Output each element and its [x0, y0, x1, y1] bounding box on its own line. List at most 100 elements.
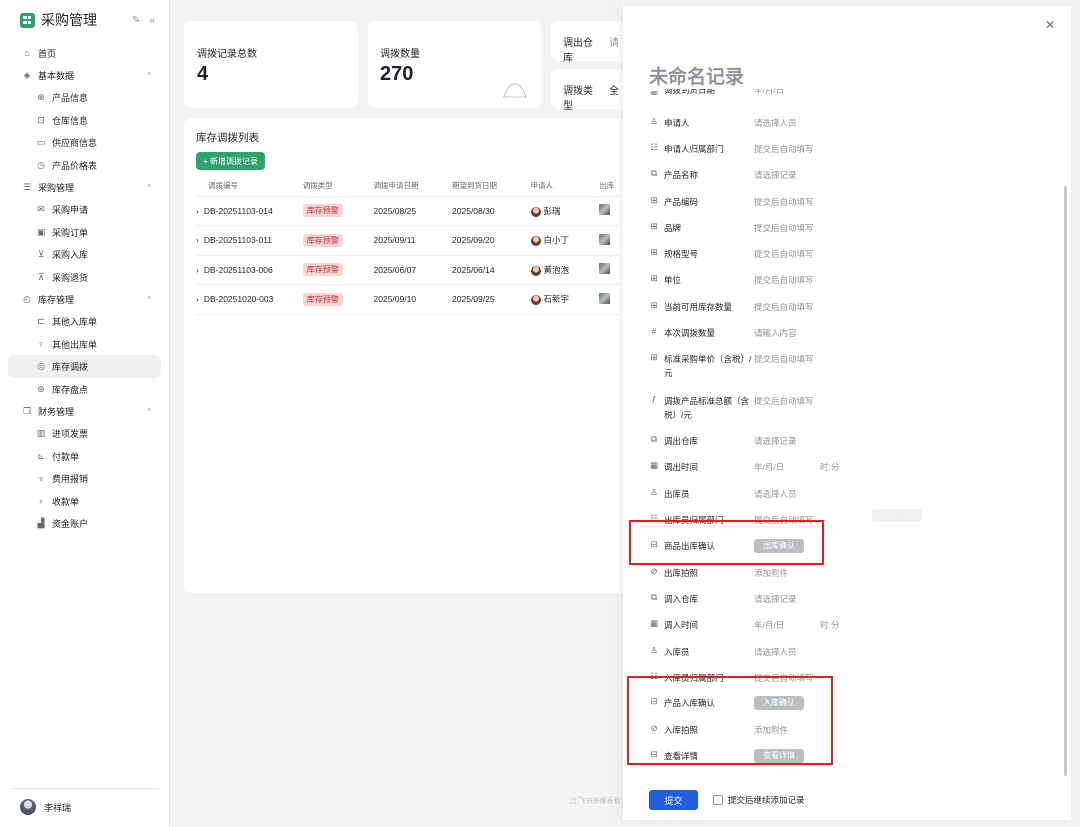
sidebar-item-label: 库存盘点	[52, 384, 89, 395]
sidebar-item-18[interactable]: ⊾ 付款单	[8, 445, 161, 467]
expand-chevron-icon[interactable]: ›	[196, 294, 199, 304]
sidebar-item-3[interactable]: ⊡ 仓库信息	[8, 109, 161, 131]
field-arrival-date-cut: ▦ 调拨到货日期 年/月/日	[649, 89, 784, 95]
field-input[interactable]: 年/月/日	[754, 618, 820, 632]
sidebar-item-7[interactable]: ✉ 采购申请	[8, 199, 161, 221]
table-row[interactable]: › DB-20251103-011 库存预警 2025/09/11 2025/09/20…	[196, 225, 619, 256]
lookup-icon: ⊞	[650, 300, 658, 310]
field-time-input[interactable]: 时:分	[820, 618, 839, 632]
column-header[interactable]: 申请人	[530, 176, 600, 197]
field-time-input[interactable]: 时:分	[820, 460, 839, 474]
column-header[interactable]: 调拨申请日期	[373, 176, 453, 197]
status-badge: 库存预警	[302, 233, 343, 247]
column-header[interactable]: 出库	[599, 176, 619, 197]
add-transfer-button[interactable]: + 新增调拨记录	[196, 152, 265, 170]
field-input[interactable]: 提交后自动填写	[754, 352, 820, 366]
sidebar-item-20[interactable]: ♁ 收款单	[8, 490, 161, 512]
sidebar: 采购管理 ✎ « ⌂ 首页 ◈ 基本数据 ^ ⊕ 产品信息 ⊡ 仓库信息 ▭ 供应商信息 ◷ 产品价格表…	[0, 0, 170, 827]
chevron-up-icon[interactable]: ^	[147, 71, 151, 80]
filter-transfer-type[interactable]: 调拨类型 全	[551, 69, 631, 112]
submit-button[interactable]: 提交	[649, 790, 698, 810]
field-label: 本次调拨数量	[664, 328, 716, 338]
close-icon[interactable]: ✕	[1045, 18, 1055, 32]
field-input[interactable]: 提交后自动填写	[754, 300, 820, 314]
field-input[interactable]: 提交后自动填写	[754, 221, 820, 235]
photo-thumbnail[interactable]	[599, 292, 611, 304]
field-input[interactable]: 请选择记录	[754, 434, 820, 448]
drawer-scrollbar[interactable]	[1064, 186, 1067, 776]
sidebar-nav: ⌂ 首页 ◈ 基本数据 ^ ⊕ 产品信息 ⊡ 仓库信息 ▭ 供应商信息 ◷ 产品价格表 ☰ 采购管理 ^ ✉ 采购…	[0, 40, 169, 537]
sidebar-item-2[interactable]: ⊕ 产品信息	[8, 87, 161, 109]
column-header[interactable]: 调拨编号	[196, 176, 303, 197]
field-label: 当前可用库存数量	[664, 302, 733, 312]
table-header: 调拨编号 调拨类型 调拨申请日期 期望到货日期 申请人 出库	[196, 176, 619, 197]
field-input[interactable]: 请选择人员	[754, 645, 820, 659]
sidebar-item-8[interactable]: ▣ 采购订单	[8, 221, 161, 243]
continue-add-checkbox[interactable]	[713, 795, 723, 805]
chevron-up-icon[interactable]: ^	[147, 407, 151, 416]
sidebar-item-5[interactable]: ◷ 产品价格表	[8, 154, 161, 176]
field-input[interactable]: 请选择记录	[754, 168, 820, 182]
user-name: 李祥瑞	[44, 802, 72, 813]
field-input[interactable]: 提交后自动填写	[754, 394, 820, 408]
applicant-avatar	[530, 295, 541, 305]
form-field: ⊞ 规格型号 提交后自动填写	[649, 247, 820, 261]
expand-chevron-icon[interactable]: ›	[196, 265, 199, 275]
form-field: ♙ 申请人 请选择人员	[649, 116, 820, 130]
sidebar-item-11[interactable]: ◴ 库存管理 ^	[8, 288, 161, 310]
table-row[interactable]: › DB-20251103-014 库存预警 2025/08/25 2025/08/30…	[196, 196, 619, 226]
field-input[interactable]: 添加附件	[754, 566, 820, 580]
field-input[interactable]: 请选择人员	[754, 487, 820, 501]
filter-out-warehouse[interactable]: 调出仓库 请	[551, 21, 631, 64]
sidebar-item-4[interactable]: ▭ 供应商信息	[8, 132, 161, 154]
table-row[interactable]: › DB-20251020-003 库存预警 2025/09/10 2025/09/25…	[196, 284, 619, 315]
collapse-sidebar-icon[interactable]: «	[149, 15, 155, 26]
column-header[interactable]: 调拨类型	[302, 176, 374, 197]
expand-chevron-icon[interactable]: ›	[196, 206, 199, 216]
sidebar-item-10[interactable]: ⊼ 采购退货	[8, 266, 161, 288]
field-label: 调入仓库	[664, 594, 699, 604]
sidebar-item-9[interactable]: ⊻ 采购入库	[8, 244, 161, 266]
field-input[interactable]: 请输入内容	[754, 326, 820, 340]
table-row[interactable]: › DB-20251103-006 库存预警 2025/06/07 2025/06/14…	[196, 255, 619, 285]
user-footer[interactable]: 李祥瑞	[10, 788, 159, 815]
sidebar-item-0[interactable]: ⌂ 首页	[8, 42, 161, 64]
photo-thumbnail[interactable]	[599, 204, 611, 216]
sidebar-item-13[interactable]: ♀ 其他出库单	[8, 333, 161, 355]
edit-icon[interactable]: ✎	[132, 15, 140, 26]
transfer-id: DB-20251020-003	[203, 294, 274, 305]
expand-chevron-icon[interactable]: ›	[196, 235, 199, 245]
field-input[interactable]: 提交后自动填写	[754, 273, 820, 287]
photo-thumbnail[interactable]	[599, 233, 611, 245]
sidebar-item-21[interactable]: ▟ 资金账户	[8, 512, 161, 534]
sidebar-item-17[interactable]: ▥ 进项发票	[8, 423, 161, 445]
avatar[interactable]	[20, 799, 36, 815]
field-input[interactable]: 提交后自动填写	[754, 142, 820, 156]
field-input[interactable]: 提交后自动填写	[754, 195, 820, 209]
stat-card-total: 调拨记录总数 4	[184, 21, 358, 108]
continue-add-option[interactable]: 提交后继续添加记录	[713, 794, 805, 806]
stat-total-label: 调拨记录总数	[197, 49, 257, 60]
sidebar-item-15[interactable]: ⊛ 库存盘点	[8, 378, 161, 400]
chevron-up-icon[interactable]: ^	[147, 295, 151, 304]
field-input[interactable]: 提交后自动填写	[754, 247, 820, 261]
expect-date: 2025/09/25	[452, 284, 531, 315]
field-label: 申请人	[664, 118, 690, 128]
chevron-up-icon[interactable]: ^	[147, 183, 151, 192]
field-input[interactable]: 请选择记录	[754, 592, 820, 606]
sidebar-item-19[interactable]: ♆ 费用报销	[8, 467, 161, 489]
filter-transfer-type-value[interactable]: 全	[609, 82, 619, 97]
field-input[interactable]: 请选择人员	[754, 116, 820, 130]
sidebar-item-1[interactable]: ◈ 基本数据 ^	[8, 64, 161, 86]
sidebar-item-14[interactable]: ◎ 库存调拨	[8, 355, 161, 378]
column-header[interactable]: 期望到货日期	[452, 176, 531, 197]
form-field: ⧉ 调出仓库 请选择记录	[649, 434, 820, 448]
field-input[interactable]: 年/月/日	[754, 460, 820, 474]
photo-thumbnail[interactable]	[599, 263, 611, 275]
sidebar-item-12[interactable]: ⊏ 其他入库单	[8, 311, 161, 333]
sidebar-item-6[interactable]: ☰ 采购管理 ^	[8, 176, 161, 198]
sidebar-item-16[interactable]: ❐ 财务管理 ^	[8, 400, 161, 422]
gauge-icon	[503, 83, 527, 98]
field-label: 产品名称	[664, 170, 699, 180]
filter-out-warehouse-value[interactable]: 请	[609, 34, 619, 49]
